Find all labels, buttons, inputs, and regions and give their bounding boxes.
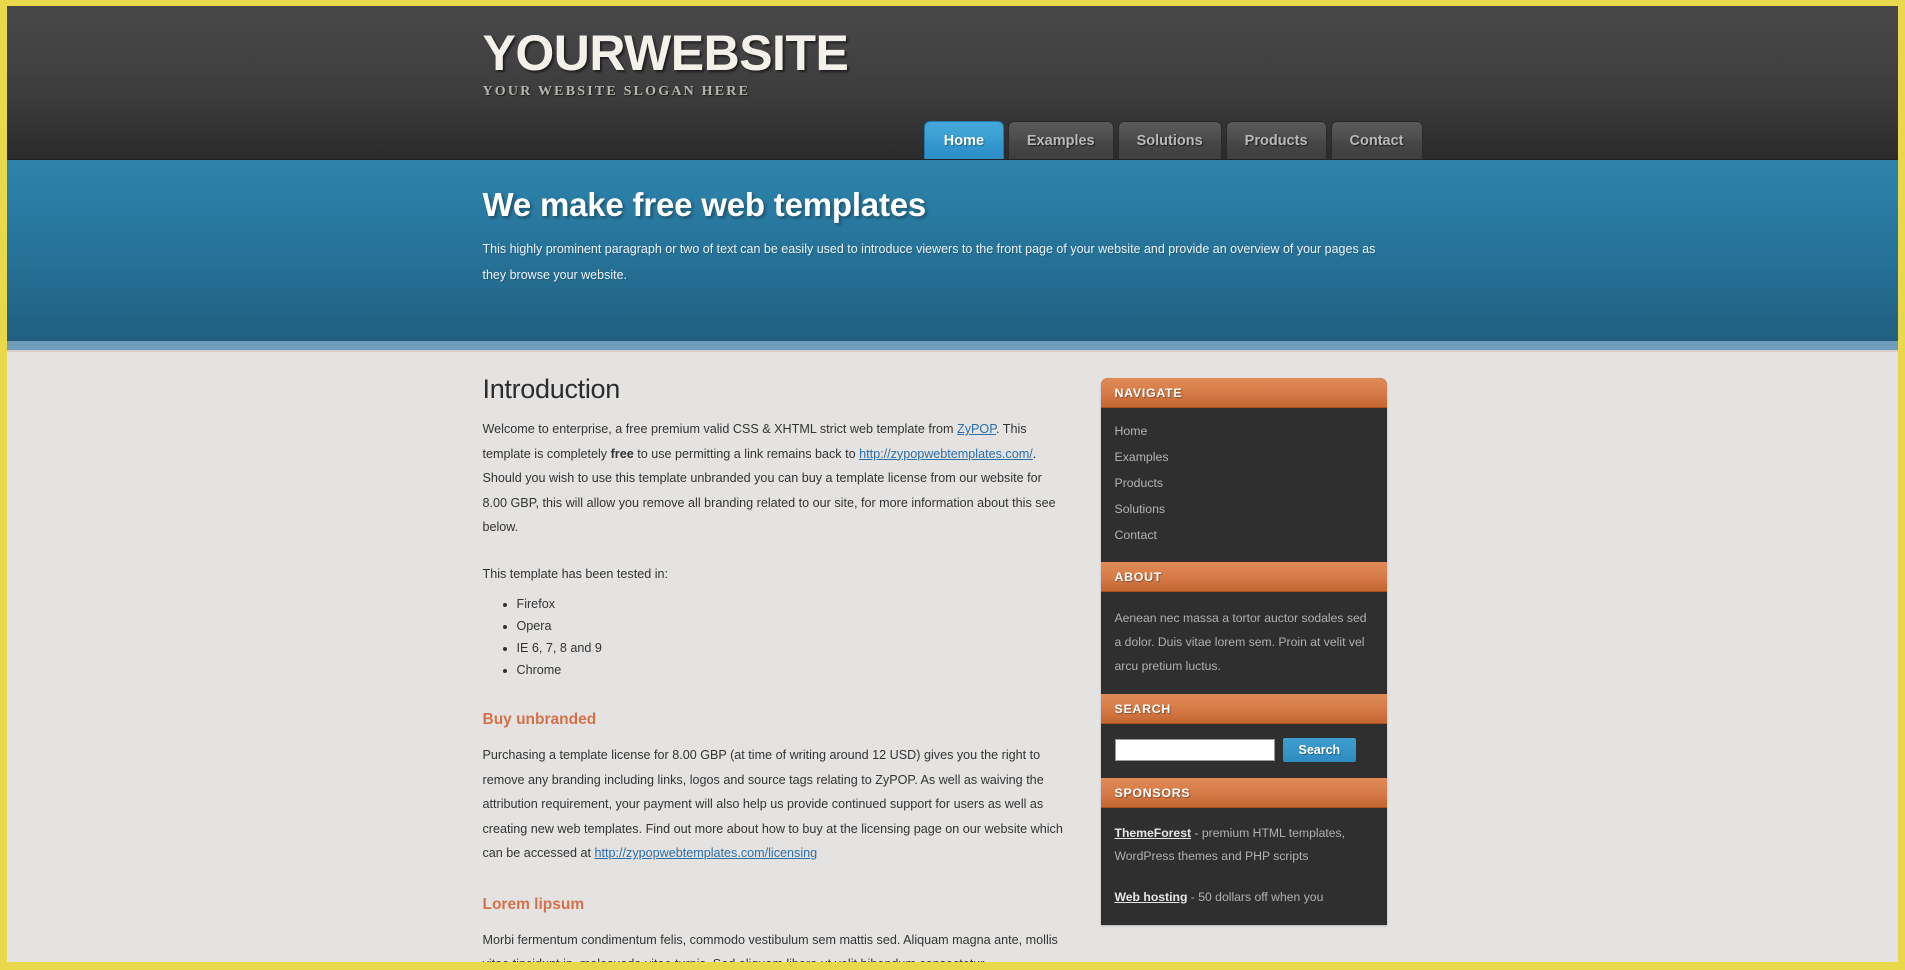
sidebar-item-examples[interactable]: Examples [1115, 444, 1373, 470]
about-panel: ABOUT Aenean nec massa a tortor auctor s… [1100, 562, 1387, 694]
nav-item-examples[interactable]: Examples [1007, 121, 1114, 159]
page-title: Introduction [482, 374, 621, 404]
search-panel: SEARCH Search [1100, 694, 1387, 778]
navigate-panel: NAVIGATE Home Examples Products Solution… [1100, 378, 1387, 562]
list-item: Chrome [517, 660, 1065, 681]
nav-item-products[interactable]: Products [1225, 121, 1327, 159]
hero-paragraph: This highly prominent paragraph or two o… [482, 242, 1376, 282]
intro-paragraph: Welcome to enterprise, a free premium va… [483, 417, 1065, 540]
tested-label: This template has been tested in: [482, 566, 669, 581]
themeforest-link[interactable]: ThemeForest [1115, 826, 1192, 840]
sidebar: NAVIGATE Home Examples Products Solution… [1100, 374, 1387, 962]
intro-text-a: Welcome to enterprise, a free premium va… [482, 422, 958, 436]
nav-item-solutions[interactable]: Solutions [1117, 121, 1222, 159]
nav-item-contact[interactable]: Contact [1330, 121, 1423, 159]
page-inner: YOURWEBSITE YOUR WEBSITE SLOGAN HERE Hom… [7, 6, 1898, 962]
sidebar-item-home[interactable]: Home [1115, 418, 1373, 444]
content-inner: Introduction Welcome to enterprise, a fr… [483, 352, 1423, 962]
search-panel-body: Search [1100, 724, 1387, 778]
hero-title: We make free web templates [482, 186, 927, 223]
intro-text-c: to use permitting a link remains back to [633, 446, 860, 461]
sponsor-text: - 50 dollars off when you [1187, 890, 1324, 904]
page-frame: YOURWEBSITE YOUR WEBSITE SLOGAN HERE Hom… [0, 0, 1905, 970]
brand: YOURWEBSITE YOUR WEBSITE SLOGAN HERE [483, 24, 849, 100]
buy-unbranded-paragraph: Purchasing a template license for 8.00 G… [483, 743, 1065, 866]
site-header: YOURWEBSITE YOUR WEBSITE SLOGAN HERE Hom… [7, 6, 1898, 160]
header-inner: YOURWEBSITE YOUR WEBSITE SLOGAN HERE Hom… [483, 6, 1423, 159]
buy-unbranded-heading: Buy unbranded [482, 711, 597, 728]
hero-inner: We make free web templates This highly p… [483, 160, 1423, 288]
about-text: Aenean nec massa a tortor auctor sodales… [1114, 611, 1367, 673]
about-panel-body: Aenean nec massa a tortor auctor sodales… [1100, 592, 1387, 694]
lorem-lipsum-heading: Lorem lipsum [482, 895, 585, 913]
lorem-paragraph: Morbi fermentum condimentum felis, commo… [482, 932, 1058, 963]
list-item: IE 6, 7, 8 and 9 [517, 638, 1065, 659]
search-input[interactable] [1114, 739, 1275, 761]
sponsors-panel-title: SPONSORS [1100, 778, 1387, 808]
zypop-url-link[interactable]: http://zypopwebtemplates.com/ [859, 447, 1033, 461]
sponsors-panel-body: ThemeForest - premium HTML templates, Wo… [1100, 808, 1387, 925]
navigate-panel-title: NAVIGATE [1100, 378, 1387, 408]
nav-item-home[interactable]: Home [923, 121, 1004, 159]
buy-text: Purchasing a template license for 8.00 G… [482, 748, 1063, 860]
licensing-link[interactable]: http://zypopwebtemplates.com/licensing [595, 846, 818, 860]
intro-bold-free: free [610, 446, 634, 461]
sidebar-item-contact[interactable]: Contact [1115, 522, 1373, 548]
list-item: Firefox [517, 594, 1065, 615]
sidebar-item-products[interactable]: Products [1115, 470, 1373, 496]
hero-banner: We make free web templates This highly p… [7, 160, 1898, 350]
sponsor-item: Web hosting - 50 dollars off when you [1115, 886, 1373, 909]
sponsor-item: ThemeForest - premium HTML templates, Wo… [1115, 822, 1373, 868]
search-row: Search [1114, 738, 1373, 762]
search-button[interactable]: Search [1282, 738, 1357, 762]
about-panel-title: ABOUT [1100, 562, 1387, 592]
content-area: Introduction Welcome to enterprise, a fr… [7, 350, 1898, 962]
navigate-panel-body: Home Examples Products Solutions Contact [1100, 408, 1387, 562]
sponsors-panel: SPONSORS ThemeForest - premium HTML temp… [1100, 778, 1387, 925]
browser-list: Firefox Opera IE 6, 7, 8 and 9 Chrome [517, 594, 1065, 681]
site-slogan: YOUR WEBSITE SLOGAN HERE [482, 84, 751, 99]
zypop-link[interactable]: ZyPOP [957, 422, 996, 436]
webhosting-link[interactable]: Web hosting [1115, 890, 1188, 904]
search-panel-title: SEARCH [1100, 694, 1387, 724]
main-navigation: Home Examples Solutions Products Contact [923, 121, 1423, 159]
site-title: YOURWEBSITE [482, 25, 849, 81]
list-item: Opera [517, 616, 1065, 637]
main-column: Introduction Welcome to enterprise, a fr… [483, 374, 1101, 962]
sidebar-item-solutions[interactable]: Solutions [1115, 496, 1373, 522]
